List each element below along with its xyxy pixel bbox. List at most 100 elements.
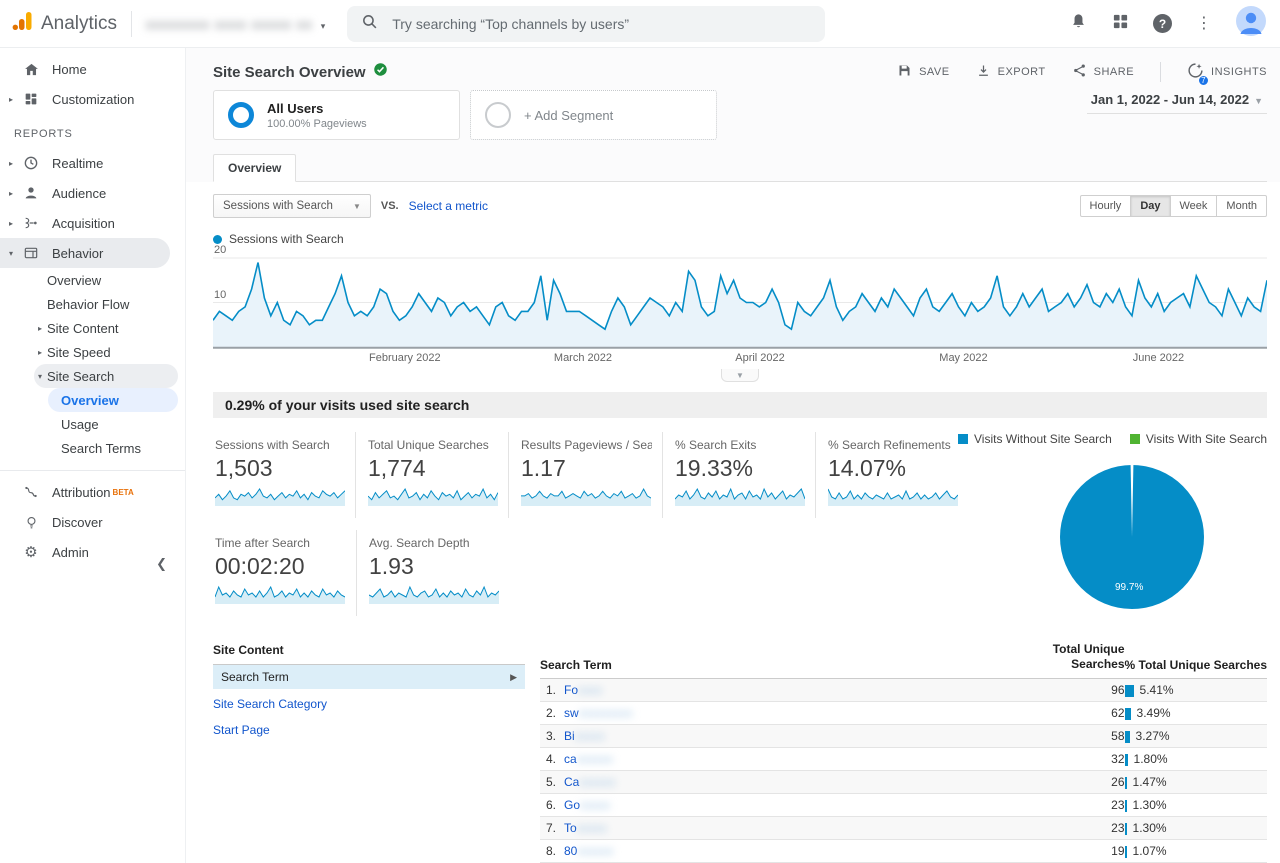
metric-selector[interactable]: Sessions with Search ▼: [213, 194, 371, 218]
row-rank: 6.: [546, 798, 557, 812]
expand-icon: ▸: [8, 218, 13, 228]
pct-bar: [1124, 776, 1127, 789]
expand-icon: ▸: [37, 323, 42, 333]
granularity-week[interactable]: Week: [1169, 195, 1218, 217]
notifications-bell-icon[interactable]: [1069, 12, 1088, 36]
chart-annotations-expander[interactable]: ▼: [721, 369, 759, 382]
scorecard-label: Total Unique Searches: [368, 438, 489, 452]
more-options-icon[interactable]: ⋮: [1196, 15, 1212, 32]
sidebar-item-site-search-usage[interactable]: Usage: [0, 412, 185, 436]
search-term-link[interactable]: Caxxxxxx: [564, 775, 615, 789]
search-term-link[interactable]: Goxxxxx: [564, 798, 610, 812]
granularity-hourly[interactable]: Hourly: [1079, 195, 1132, 217]
chevron-down-icon: ▼: [1254, 96, 1263, 106]
scorecard-label: Sessions with Search: [215, 438, 330, 452]
analytics-logo[interactable]: Analytics: [10, 9, 117, 38]
tab-overview[interactable]: Overview: [213, 154, 297, 182]
redacted-term: xxxxxx: [579, 775, 616, 789]
search-term-link[interactable]: 80xxxxxx: [564, 844, 613, 858]
pct-bar: [1124, 730, 1130, 743]
series-legend-dot: [213, 234, 222, 244]
account-selector[interactable]: xxxxxxxx xxxx xxxxx xx: [146, 16, 313, 32]
site-content-header: Site Content: [213, 639, 525, 665]
select-metric-link[interactable]: Select a metric: [409, 199, 488, 213]
redacted-term: xxxxx: [574, 729, 605, 743]
sidebar-item-behavior-overview[interactable]: Overview: [0, 268, 185, 292]
sidebar-item-realtime[interactable]: ▸ Realtime: [0, 148, 185, 178]
scorecard-value: 1.93: [369, 553, 414, 579]
col-header-pct-total[interactable]: % Total Unique Searches: [1124, 639, 1267, 679]
dimension-site-search-category[interactable]: Site Search Category: [213, 689, 525, 715]
scorecard: Results Pageviews / Search 1.17: [519, 432, 663, 518]
add-segment-button[interactable]: + Add Segment: [470, 90, 717, 140]
collapse-icon: ▾: [8, 248, 13, 258]
dimension-search-term[interactable]: Search Term ▶: [213, 665, 525, 689]
scorecard-sparkline: [214, 483, 346, 512]
account-caret-icon[interactable]: ▾: [321, 21, 326, 32]
user-avatar[interactable]: [1236, 6, 1266, 41]
vs-label: VS.: [380, 200, 399, 212]
apps-grid-icon[interactable]: [1112, 13, 1129, 35]
date-range-selector[interactable]: Jan 1, 2022 - Jun 14, 2022 ▼: [1086, 90, 1267, 114]
col-header-total-unique-searches[interactable]: Total Unique Searches: [1040, 639, 1125, 679]
sidebar-item-behavior-flow[interactable]: Behavior Flow: [0, 292, 185, 316]
sidebar-item-acquisition[interactable]: ▸ Acquisition: [0, 208, 185, 238]
share-button[interactable]: SHARE: [1072, 63, 1134, 81]
scorecard-sparkline: [367, 483, 499, 512]
sidebar-item-site-search[interactable]: ▾ Site Search: [34, 364, 178, 388]
total-unique-searches-value: 26: [1040, 770, 1125, 794]
pct-bar: [1124, 822, 1127, 835]
timeseries-chart[interactable]: 20 10: [213, 244, 1267, 350]
help-icon[interactable]: ?: [1153, 14, 1172, 33]
x-axis-label: February 2022: [369, 352, 441, 364]
segment-all-users[interactable]: All Users 100.00% Pageviews: [213, 90, 460, 140]
scorecard-label: Results Pageviews / Search: [521, 438, 652, 452]
sidebar-item-site-speed[interactable]: ▸ Site Speed: [0, 340, 185, 364]
redacted-term: xxxxxxxxx: [578, 706, 633, 720]
pie-chart[interactable]: 99.7%: [1057, 462, 1207, 617]
sidebar-item-customization[interactable]: ▸ Customization: [0, 84, 185, 114]
search-term-link[interactable]: swxxxxxxxxx: [564, 706, 633, 720]
gear-icon: ⚙: [24, 544, 38, 561]
insights-count-badge: 7: [1198, 75, 1210, 86]
sidebar-item-site-content[interactable]: ▸ Site Content: [0, 316, 185, 340]
attribution-icon: [22, 484, 40, 500]
sidebar-item-site-search-overview[interactable]: Overview: [48, 388, 178, 412]
col-header-search-term[interactable]: Search Term: [540, 639, 1041, 679]
expand-icon: ▸: [8, 188, 13, 198]
search-term-link[interactable]: Foxxxx: [564, 683, 602, 697]
search-term-link[interactable]: Toxxxxx: [564, 821, 607, 835]
search-term-link[interactable]: Bixxxxx: [564, 729, 605, 743]
sidebar-item-attribution[interactable]: Attribution BETA: [0, 477, 185, 507]
sidebar-item-search-terms[interactable]: Search Terms: [0, 436, 185, 460]
search-terms-body: 1. Foxxxx 96 5.41% 2. swxxxxxxxxx 62 3.49% 3. Bix…: [540, 678, 1267, 863]
pct-total-value: 1.30%: [1124, 816, 1267, 840]
granularity-month[interactable]: Month: [1216, 195, 1267, 217]
save-button[interactable]: SAVE: [897, 63, 950, 81]
scorecard-sparkline: [368, 581, 501, 610]
granularity-day[interactable]: Day: [1130, 195, 1171, 217]
share-icon: [1072, 63, 1087, 81]
search-input[interactable]: [390, 14, 812, 33]
insights-button[interactable]: 7 INSIGHTS: [1187, 62, 1267, 86]
tab-strip: Overview: [213, 152, 1267, 182]
table-row: 8. 80xxxxxx 19 1.07%: [540, 839, 1267, 863]
scorecard-sparkline: [521, 483, 652, 512]
sidebar-item-discover[interactable]: Discover: [0, 507, 185, 537]
header-divider: [131, 10, 133, 37]
scorecard-label: % Search Exits: [675, 438, 757, 452]
sidebar-collapse-icon[interactable]: ❮: [156, 556, 167, 572]
dimension-start-page[interactable]: Start Page: [213, 715, 525, 741]
table-row: 4. caxxxxxx 32 1.80%: [540, 747, 1267, 771]
search-term-link[interactable]: caxxxxxx: [564, 752, 613, 766]
total-unique-searches-value: 19: [1040, 839, 1125, 863]
total-unique-searches-value: 23: [1040, 816, 1125, 840]
redacted-term: xxxx: [578, 683, 603, 697]
global-search[interactable]: [347, 5, 826, 42]
lightbulb-icon: [22, 515, 40, 530]
sidebar-item-audience[interactable]: ▸ Audience: [0, 178, 185, 208]
pct-total-value: 3.27%: [1124, 724, 1267, 748]
sidebar-item-behavior[interactable]: ▾ Behavior: [0, 238, 170, 268]
sidebar-item-home[interactable]: Home: [0, 54, 185, 84]
export-button[interactable]: EXPORT: [976, 63, 1046, 81]
